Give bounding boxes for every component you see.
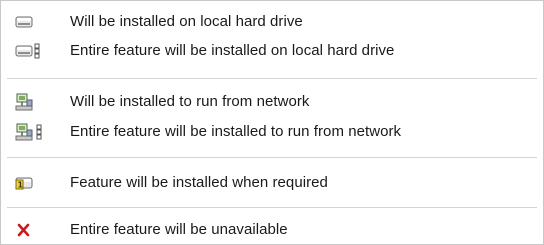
menu-separator xyxy=(7,207,537,208)
menu-item-label: Will be installed to run from network xyxy=(70,92,310,110)
menu-item-run-from-network[interactable]: Will be installed to run from network xyxy=(1,87,543,115)
menu-separator xyxy=(7,157,537,158)
hard-drive-entire-icon xyxy=(15,43,40,59)
install-on-demand-icon: 1 xyxy=(15,177,33,190)
svg-text:1: 1 xyxy=(18,181,23,190)
menu-item-install-on-demand[interactable]: 1 Feature will be installed when require… xyxy=(1,168,543,196)
menu-item-unavailable[interactable]: Entire feature will be unavailable xyxy=(1,215,543,243)
unavailable-x-icon xyxy=(17,223,30,237)
network-icon xyxy=(15,93,33,111)
menu-item-label: Entire feature will be unavailable xyxy=(70,220,288,238)
menu-item-install-local[interactable]: Will be installed on local hard drive xyxy=(1,7,543,35)
menu-item-label: Will be installed on local hard drive xyxy=(70,12,303,30)
menu-item-label: Entire feature will be installed to run … xyxy=(70,122,402,140)
menu-item-install-entire-local[interactable]: Entire feature will be installed on loca… xyxy=(1,36,543,64)
menu-separator xyxy=(7,78,537,79)
menu-item-label: Entire feature will be installed on loca… xyxy=(70,41,395,59)
menu-item-label: Feature will be installed when required xyxy=(70,173,328,191)
hard-drive-icon xyxy=(15,16,33,28)
network-entire-icon xyxy=(15,123,42,141)
menu-item-run-entire-from-network[interactable]: Entire feature will be installed to run … xyxy=(1,117,543,145)
feature-install-menu: Will be installed on local hard drive En… xyxy=(0,0,544,245)
